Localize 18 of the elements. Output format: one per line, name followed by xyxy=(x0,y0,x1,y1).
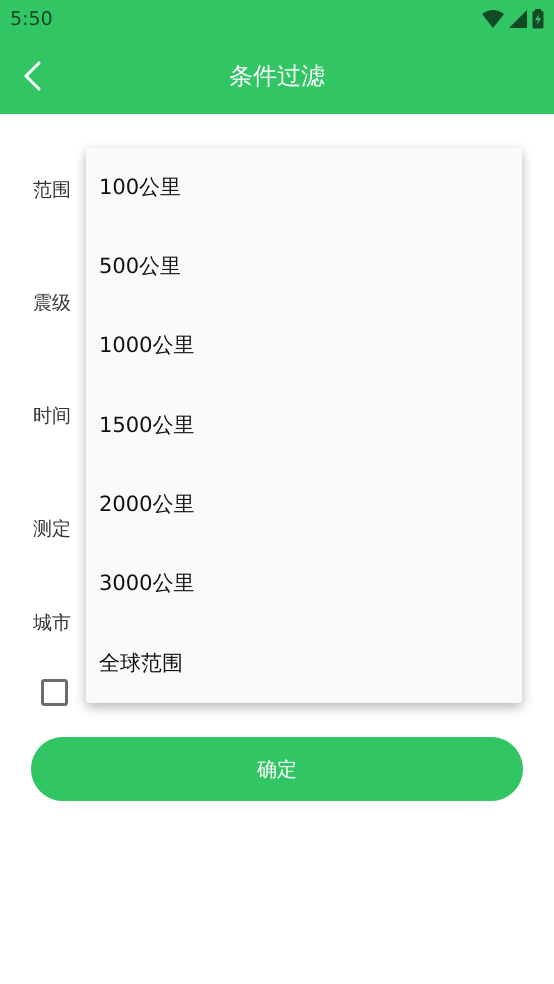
screen-title: 条件过滤 xyxy=(229,61,325,92)
field-label: 震级 xyxy=(33,291,71,316)
field-label: 测定 xyxy=(33,517,71,542)
menu-item[interactable]: 500公里 xyxy=(86,227,522,307)
menu-item[interactable]: 1000公里 xyxy=(86,306,522,386)
menu-item[interactable]: 全球范围 xyxy=(86,624,522,704)
field-label: 时间 xyxy=(33,404,71,430)
checkbox[interactable] xyxy=(41,678,68,706)
field-label: 范围 xyxy=(33,178,71,204)
wifi-icon xyxy=(482,10,504,28)
menu-item[interactable]: 3000公里 xyxy=(86,544,522,624)
menu-item[interactable]: 100公里 xyxy=(86,148,522,228)
menu-item[interactable]: 2000公里 xyxy=(86,465,522,544)
clock-time: 5:50 xyxy=(10,6,53,32)
signal-icon xyxy=(509,10,527,28)
battery-icon xyxy=(532,9,544,29)
field-label: 城市 xyxy=(33,610,71,636)
menu-item[interactable]: 1500公里 xyxy=(86,386,522,466)
